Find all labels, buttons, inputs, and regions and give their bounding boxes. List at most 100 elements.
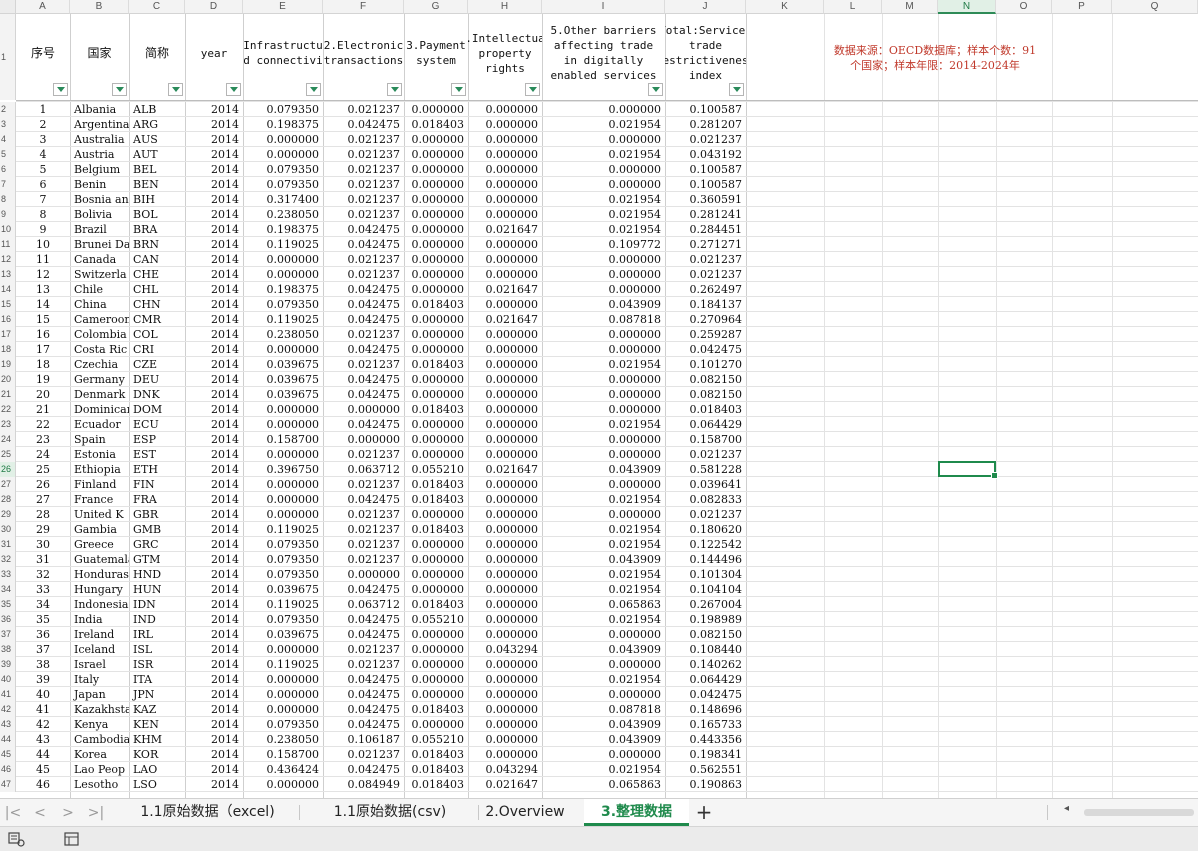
table-cell[interactable]: ECU xyxy=(129,417,185,432)
row-header[interactable]: 23 xyxy=(0,417,16,432)
table-cell[interactable]: Cameroon xyxy=(70,312,129,327)
table-cell[interactable]: KHM xyxy=(129,732,185,747)
table-cell[interactable]: Denmark xyxy=(70,387,129,402)
table-cell[interactable]: 0.443356 xyxy=(665,732,746,747)
table-cell[interactable]: 23 xyxy=(16,432,70,447)
table-cell[interactable]: 0.055210 xyxy=(404,732,468,747)
table-cell[interactable]: Bosnia and xyxy=(70,192,129,207)
table-cell[interactable]: GMB xyxy=(129,522,185,537)
table-cell[interactable]: Argentina xyxy=(70,117,129,132)
table-cell[interactable]: 18 xyxy=(16,357,70,372)
table-cell[interactable]: 19 xyxy=(16,372,70,387)
table-cell[interactable]: 0.000000 xyxy=(243,477,323,492)
table-cell[interactable]: 0.064429 xyxy=(665,417,746,432)
table-cell[interactable]: 0.436424 xyxy=(243,762,323,777)
table-cell[interactable]: DEU xyxy=(129,372,185,387)
table-cell[interactable]: Cambodia xyxy=(70,732,129,747)
table-cell[interactable]: 0.079350 xyxy=(243,162,323,177)
first-sheet-button[interactable]: |< xyxy=(2,803,24,823)
add-sheet-button[interactable]: + xyxy=(693,799,715,826)
table-cell[interactable]: 0.000000 xyxy=(468,252,542,267)
table-cell[interactable]: 15 xyxy=(16,312,70,327)
table-cell[interactable]: Indonesia xyxy=(70,597,129,612)
table-cell[interactable]: 0.000000 xyxy=(323,402,404,417)
table-cell[interactable]: 0.000000 xyxy=(468,552,542,567)
table-cell[interactable]: 17 xyxy=(16,342,70,357)
table-cell[interactable]: 0.000000 xyxy=(542,282,665,297)
table-cell[interactable]: 0.000000 xyxy=(404,642,468,657)
table-cell[interactable]: 0.000000 xyxy=(243,642,323,657)
column-header-g[interactable]: G xyxy=(404,0,468,14)
table-cell[interactable]: 0.039641 xyxy=(665,477,746,492)
table-cell[interactable]: 0.021237 xyxy=(665,507,746,522)
table-cell[interactable]: Japan xyxy=(70,687,129,702)
table-cell[interactable]: AUT xyxy=(129,147,185,162)
table-cell[interactable]: 0.000000 xyxy=(542,477,665,492)
row-header[interactable]: 18 xyxy=(0,342,16,357)
table-cell[interactable]: 0.238050 xyxy=(243,732,323,747)
table-cell[interactable]: 0.043909 xyxy=(542,732,665,747)
table-cell[interactable]: 0.018403 xyxy=(404,762,468,777)
table-cell[interactable]: 0.021954 xyxy=(542,567,665,582)
table-cell[interactable]: 0.000000 xyxy=(468,132,542,147)
table-cell[interactable]: HUN xyxy=(129,582,185,597)
table-cell[interactable]: 0.000000 xyxy=(243,672,323,687)
column-header-a[interactable]: A xyxy=(16,0,70,14)
tab-cleaned-data[interactable]: 3.整理数据 xyxy=(584,799,689,826)
table-cell[interactable]: 0.021954 xyxy=(542,147,665,162)
table-cell[interactable]: 0.119025 xyxy=(243,237,323,252)
table-cell[interactable]: 0.021237 xyxy=(323,147,404,162)
table-cell[interactable]: 0.000000 xyxy=(468,687,542,702)
table-cell[interactable]: 0.042475 xyxy=(323,687,404,702)
table-cell[interactable]: Korea xyxy=(70,747,129,762)
table-cell[interactable]: Iceland xyxy=(70,642,129,657)
table-cell[interactable]: 0.000000 xyxy=(468,522,542,537)
table-cell[interactable]: ARG xyxy=(129,117,185,132)
table-cell[interactable]: 2014 xyxy=(185,492,243,507)
table-cell[interactable]: 0.000000 xyxy=(468,492,542,507)
table-cell[interactable]: 43 xyxy=(16,732,70,747)
table-cell[interactable]: 0.000000 xyxy=(243,702,323,717)
table-cell[interactable]: CMR xyxy=(129,312,185,327)
table-cell[interactable]: KEN xyxy=(129,717,185,732)
table-cell[interactable]: 0.000000 xyxy=(404,327,468,342)
table-cell[interactable]: 0.000000 xyxy=(542,657,665,672)
table-cell[interactable]: 33 xyxy=(16,582,70,597)
table-cell[interactable]: 0.021237 xyxy=(665,447,746,462)
row-header[interactable]: 28 xyxy=(0,492,16,507)
table-cell[interactable]: ITA xyxy=(129,672,185,687)
row-header[interactable]: 25 xyxy=(0,447,16,462)
table-cell[interactable]: 0.360591 xyxy=(665,192,746,207)
table-cell[interactable]: 0.000000 xyxy=(404,417,468,432)
table-cell[interactable]: 0.000000 xyxy=(243,687,323,702)
table-cell[interactable]: 0.039675 xyxy=(243,372,323,387)
table-cell[interactable]: 2014 xyxy=(185,387,243,402)
table-cell[interactable]: 2014 xyxy=(185,687,243,702)
table-cell[interactable]: FRA xyxy=(129,492,185,507)
row-header[interactable]: 39 xyxy=(0,657,16,672)
table-cell[interactable]: Ecuador xyxy=(70,417,129,432)
table-cell[interactable]: 2014 xyxy=(185,312,243,327)
table-cell[interactable]: BEN xyxy=(129,177,185,192)
table-cell[interactable]: 0.018403 xyxy=(404,747,468,762)
table-cell[interactable]: 0.180620 xyxy=(665,522,746,537)
table-cell[interactable]: 0.021954 xyxy=(542,582,665,597)
table-cell[interactable]: 0.119025 xyxy=(243,597,323,612)
row-header[interactable]: 10 xyxy=(0,222,16,237)
table-cell[interactable]: 27 xyxy=(16,492,70,507)
table-cell[interactable]: 0.082150 xyxy=(665,387,746,402)
table-cell[interactable]: 0.267004 xyxy=(665,597,746,612)
table-cell[interactable]: 0.021237 xyxy=(665,252,746,267)
table-cell[interactable]: Hungary xyxy=(70,582,129,597)
table-cell[interactable]: 28 xyxy=(16,507,70,522)
table-cell[interactable]: 0.021237 xyxy=(323,267,404,282)
table-cell[interactable]: 2014 xyxy=(185,147,243,162)
table-cell[interactable]: 0.000000 xyxy=(542,252,665,267)
table-cell[interactable]: 0.000000 xyxy=(404,567,468,582)
filter-dropdown-icon[interactable] xyxy=(525,83,540,96)
table-cell[interactable]: Albania xyxy=(70,102,129,117)
table-cell[interactable]: Switzerla xyxy=(70,267,129,282)
table-cell[interactable]: 0.259287 xyxy=(665,327,746,342)
table-cell[interactable]: 0.021237 xyxy=(323,252,404,267)
row-header[interactable]: 47 xyxy=(0,777,16,792)
